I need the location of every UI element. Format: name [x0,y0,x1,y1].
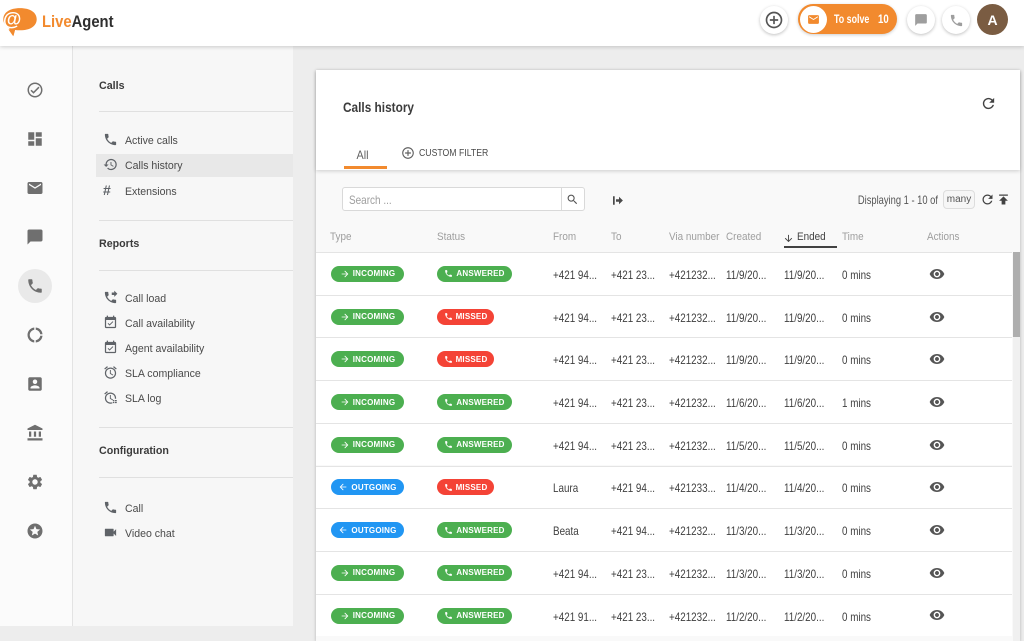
svg-text:@: @ [3,10,22,31]
